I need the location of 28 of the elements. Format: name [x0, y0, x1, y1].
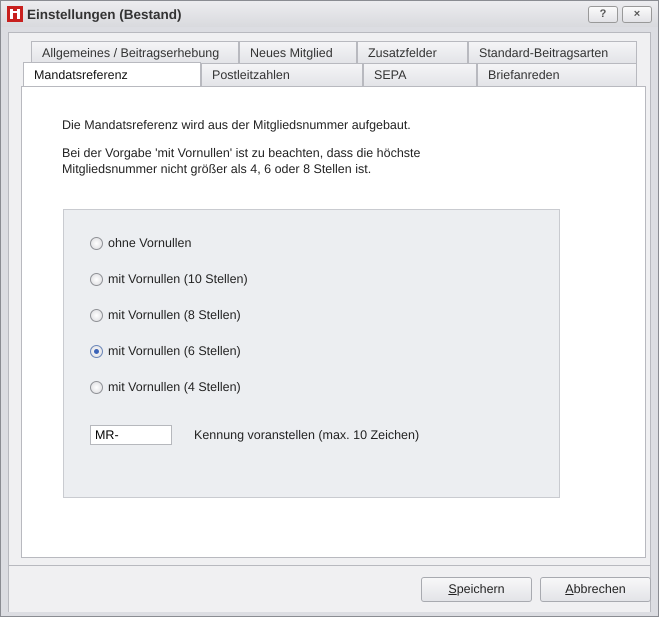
- tab[interactable]: Mandatsreferenz: [23, 62, 201, 86]
- tab[interactable]: SEPA: [363, 63, 477, 86]
- option-label: ohne Vornullen: [108, 236, 192, 250]
- tab[interactable]: Briefanreden: [477, 63, 637, 86]
- option-label: mit Vornullen (10 Stellen): [108, 272, 248, 286]
- tab[interactable]: Zusatzfelder: [357, 41, 468, 63]
- note-text: Bei der Vorgabe 'mit Vornullen' ist zu beachten, dass die höchste Mitgliedsnummer nicht größer als 4, 6 oder 8 Stellen ist.: [62, 145, 422, 177]
- tab[interactable]: Standard-Beitragsarten: [468, 41, 637, 63]
- close-button[interactable]: ×: [622, 6, 652, 22]
- window-title: Einstellungen (Bestand): [27, 6, 182, 22]
- app-logo-icon: [7, 6, 23, 22]
- help-button[interactable]: ?: [588, 6, 618, 22]
- save-button[interactable]: Speichern: [421, 576, 532, 602]
- prefix-input-field[interactable]: MR-: [90, 425, 172, 445]
- cancel-button[interactable]: Abbrechen: [540, 576, 651, 602]
- prefix-label: Kennung voranstellen (max. 10 Zeichen): [194, 428, 420, 442]
- option-label: mit Vornullen (8 Stellen): [108, 308, 241, 322]
- radio-button[interactable]: [90, 380, 103, 394]
- radio-button[interactable]: [90, 344, 103, 358]
- tab[interactable]: Allgemeines / Beitragserhebung: [31, 41, 239, 63]
- radio-button[interactable]: [90, 308, 103, 322]
- radio-button[interactable]: [90, 236, 103, 250]
- option-label: mit Vornullen (4 Stellen): [108, 380, 241, 394]
- option-label: mit Vornullen (6 Stellen): [108, 344, 241, 358]
- tab[interactable]: Neues Mitglied: [239, 41, 357, 63]
- intro-text: Die Mandatsreferenz wird aus der Mitgliedsnummer aufgebaut.: [62, 117, 412, 133]
- radio-button[interactable]: [90, 272, 103, 286]
- tab[interactable]: Postleitzahlen: [201, 63, 363, 86]
